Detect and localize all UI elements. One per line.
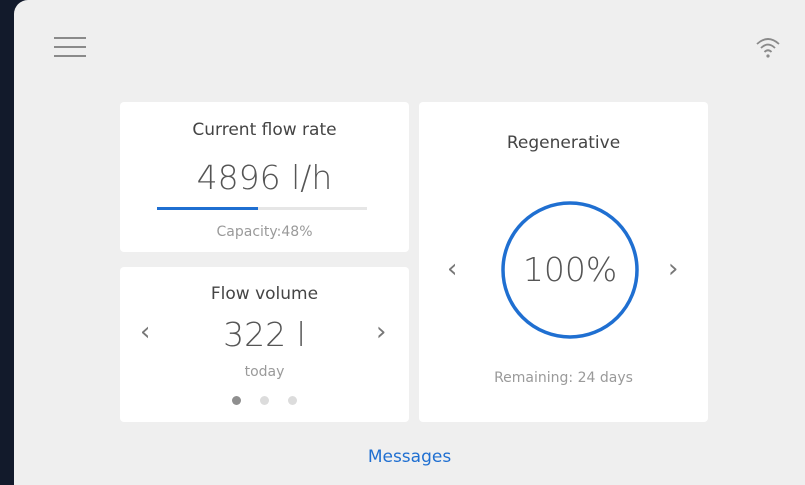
page-dot-2[interactable] [260, 396, 269, 405]
regenerative-title: Regenerative [506, 133, 621, 153]
chevron-left-icon[interactable]: ‹ [447, 256, 457, 282]
page-dot-1[interactable] [231, 396, 241, 405]
chevron-right-icon[interactable]: › [376, 319, 386, 345]
capacity-progress-bar [157, 207, 367, 210]
hamburger-menu-icon[interactable] [54, 37, 86, 59]
capacity-progress-fill [157, 207, 258, 210]
flow-rate-value: 4896 l/h [196, 158, 333, 197]
page-indicator [120, 390, 409, 409]
flow-volume-title: Flow volume [210, 284, 319, 304]
chevron-right-icon[interactable]: › [668, 256, 678, 282]
remaining-label: Remaining: 24 days [494, 370, 633, 386]
messages-link[interactable]: Messages [14, 447, 805, 467]
dashboard-screen: Current flow rate 4896 l/h Capacity:48% … [14, 0, 805, 485]
regenerative-card[interactable]: Regenerative ‹ 100% › Remaining: 24 days [419, 102, 708, 422]
flow-volume-period: today [244, 364, 285, 380]
flow-volume-card[interactable]: Flow volume ‹ 322 l › today [120, 267, 409, 422]
flow-rate-card[interactable]: Current flow rate 4896 l/h Capacity:48% [120, 102, 409, 252]
page-dot-3[interactable] [288, 396, 298, 405]
wifi-icon [756, 38, 780, 58]
flow-volume-value: 322 l [223, 315, 306, 354]
regenerative-value: 100% [522, 250, 618, 289]
flow-rate-title: Current flow rate [192, 120, 337, 140]
capacity-label: Capacity:48% [216, 224, 313, 240]
